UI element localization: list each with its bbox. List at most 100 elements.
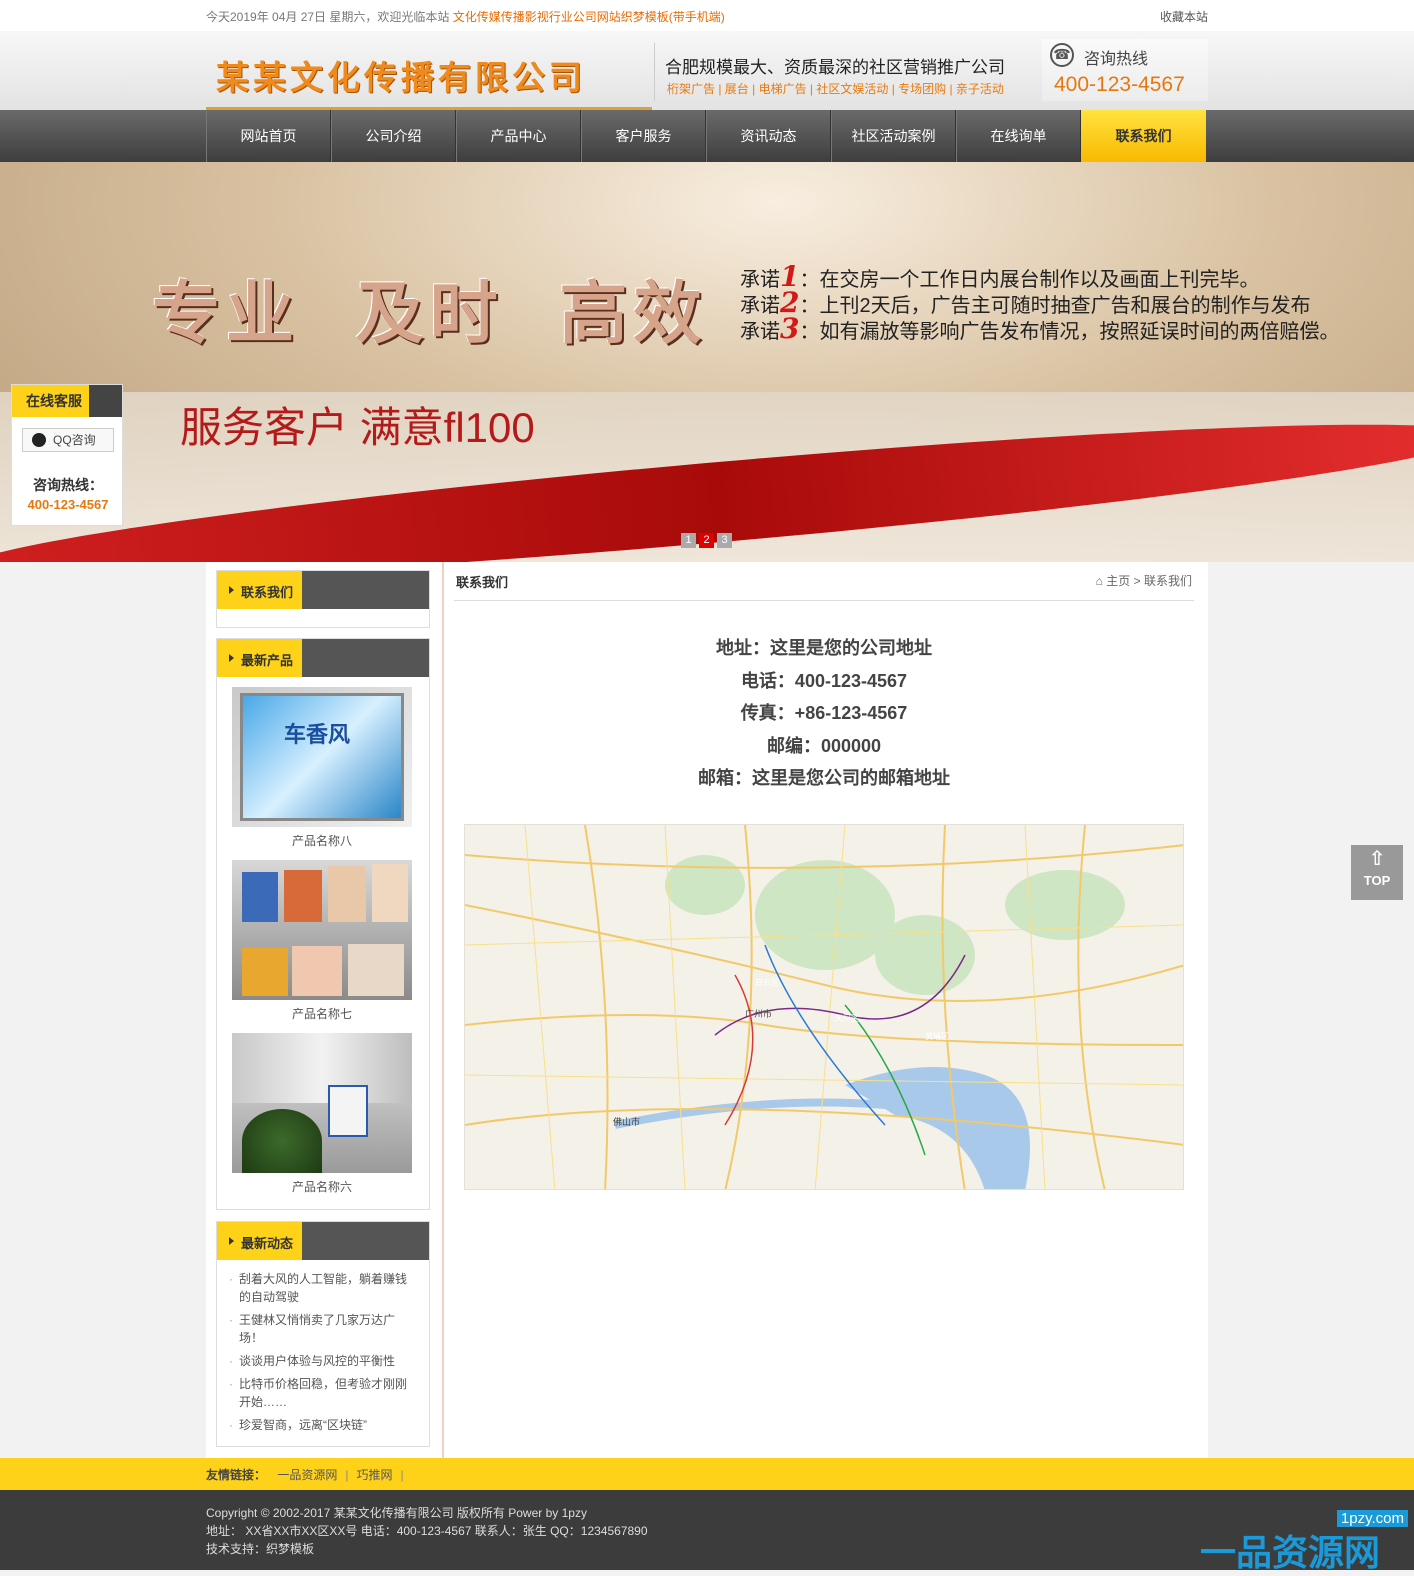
- slogan-title: 合肥规模最大、资质最深的社区营销推广公司: [665, 58, 1005, 77]
- product-item[interactable]: 车香风 产品名称八: [232, 687, 412, 851]
- breadcrumb-current[interactable]: 联系我们: [1144, 574, 1192, 588]
- add-favorite-link[interactable]: 收藏本站: [1160, 8, 1208, 25]
- breadcrumb-home[interactable]: 主页: [1106, 574, 1130, 588]
- nav-item[interactable]: 联系我们: [1081, 110, 1206, 162]
- back-to-top-label: TOP: [1363, 873, 1391, 888]
- slogan: 合肥规模最大、资质最深的社区营销推广公司 桁架广告 | 展台 | 电梯广告 | …: [654, 43, 1034, 101]
- qq-consult-label: QQ咨询: [53, 433, 96, 447]
- friend-link[interactable]: 一品资源网: [277, 1468, 337, 1482]
- sidebar-products-title: 最新产品: [241, 653, 294, 668]
- main-area: 联系我们 最新产品 车香风 产品名称八 产品名称七 产品名称六 最新动态 · 刮…: [206, 562, 1208, 1458]
- slogan-services: 桁架广告 | 展台 | 电梯广告 | 社区文娱活动 | 专场团购 | 亲子活动: [667, 82, 1004, 96]
- news-item[interactable]: 刮着大风的人工智能，躺着赚钱的自动驾驶: [229, 1270, 415, 1306]
- slide-dot[interactable]: 3: [717, 533, 732, 548]
- product-name[interactable]: 产品名称六: [232, 1177, 412, 1197]
- header: 某某文化传播有限公司 合肥规模最大、资质最深的社区营销推广公司 桁架广告 | 展…: [0, 31, 1414, 110]
- sidebar-news-title: 最新动态: [241, 1236, 294, 1251]
- nav-item[interactable]: 网站首页: [206, 110, 331, 162]
- slide-dot[interactable]: 1: [681, 533, 696, 548]
- nav-item[interactable]: 客户服务: [581, 110, 706, 162]
- contact-email: 邮箱：这里是您公司的邮箱地址: [698, 768, 950, 788]
- product-image[interactable]: [232, 860, 412, 1000]
- news-item[interactable]: 珍爱智商，远离“区块链”: [229, 1416, 415, 1434]
- friend-links-label: 友情链接：: [206, 1468, 267, 1482]
- product-item[interactable]: 产品名称六: [232, 1033, 412, 1197]
- friend-links-bar: 友情链接： 一品资源网 | 巧推网 |: [0, 1458, 1414, 1490]
- content-panel: 联系我们 ⌂ 主页 > 联系我们 地址：这里是您的公司地址 电话：400-123…: [442, 562, 1208, 1458]
- news-item[interactable]: 谈谈用户体验与风控的平衡性: [229, 1352, 415, 1370]
- location-map[interactable]: 广州市 佛山市 白云区 天河区 黄埔区: [464, 824, 1184, 1190]
- nav-item[interactable]: 资讯动态: [706, 110, 831, 162]
- map-label-foshan: 佛山市: [613, 1116, 640, 1127]
- welcome-text: 今天2019年 04月 27日 星期六，欢迎光临本站: [206, 10, 450, 24]
- promise-label: 承诺: [740, 321, 780, 343]
- watermark-logo: 1pzy.com 一品资源网: [1200, 1510, 1414, 1573]
- product-name[interactable]: 产品名称八: [232, 831, 412, 851]
- banner-slider: 专业 及时 高效 承诺1：在交房一个工作日内展台制作以及画面上刊完毕。 承诺2：上…: [0, 162, 1414, 562]
- sidebar-contact-title: 联系我们: [241, 585, 294, 600]
- product-item[interactable]: 产品名称七: [232, 860, 412, 1024]
- qq-consult-button[interactable]: QQ咨询: [22, 428, 114, 452]
- site-title-link[interactable]: 文化传媒传播影视行业公司网站织梦模板(带手机端): [453, 10, 725, 24]
- map-label-tianhe: 天河区: [835, 1013, 859, 1023]
- product-image[interactable]: [232, 1033, 412, 1173]
- link-separator: |: [345, 1468, 349, 1482]
- main-nav: 网站首页 公司介绍 产品中心 客户服务 资讯动态 社区活动案例 在线询单 联系我们: [0, 110, 1414, 162]
- product-name[interactable]: 产品名称七: [232, 1004, 412, 1024]
- friend-link[interactable]: 巧推网: [357, 1468, 393, 1482]
- arrow-up-icon: ⇧: [1368, 848, 1386, 870]
- contact-phone: 电话：400-123-4567: [740, 670, 908, 691]
- top-bar: 今天2019年 04月 27日 星期六，欢迎光临本站 文化传媒传播影视行业公司网…: [0, 0, 1414, 31]
- slide-dot[interactable]: 2: [699, 533, 714, 548]
- map-graphic: 广州市 佛山市 白云区 天河区 黄埔区: [465, 825, 1183, 1189]
- news-list: 刮着大风的人工智能，躺着赚钱的自动驾驶王健林又悄悄卖了几家万达广场！ 谈谈用户体验…: [229, 1270, 415, 1439]
- news-item[interactable]: 王健林又悄悄卖了几家万达广场！: [229, 1311, 415, 1347]
- contact-fax: 传真：+86-123-4567: [740, 703, 908, 723]
- banner-headline: 专业 及时 高效: [152, 274, 708, 354]
- contact-postcode: 邮编：000000: [766, 735, 882, 756]
- promise-number: 3: [780, 312, 800, 345]
- service-hotline-number: 400-123-4567: [27, 497, 109, 512]
- breadcrumb: ⌂ 主页 > 联系我们: [1096, 572, 1192, 589]
- news-item[interactable]: 比特币价格回稳，但考验才刚刚开始……: [229, 1375, 415, 1411]
- service-hotline-label: 咨询热线：: [33, 477, 103, 493]
- hotline-label: 咨询热线: [1084, 51, 1149, 68]
- content-title: 联系我们: [456, 575, 509, 590]
- online-service-panel: 在线客服 QQ咨询 咨询热线： 400-123-4567: [11, 384, 123, 526]
- sidebar-contact-box: 联系我们: [216, 570, 430, 628]
- footer-copyright: Copyright © 2002-2017 某某文化传播有限公司 版权所有 Po…: [206, 1506, 587, 1520]
- header-hotline: ☎ 咨询热线 400-123-4567: [1042, 39, 1208, 101]
- promise-text: ：如有漏放等影响广告发布情况，按照延误时间的两倍赔偿。: [799, 321, 1340, 343]
- footer-address: 地址： XX省XX市XX区XX号 电话：400-123-4567 联系人：张生 …: [206, 1524, 648, 1538]
- online-service-title: 在线客服: [12, 385, 122, 417]
- sidebar-news-box: 最新动态 刮着大风的人工智能，躺着赚钱的自动驾驶王健林又悄悄卖了几家万达广场！ 谈…: [216, 1221, 430, 1447]
- logo-text: 某某文化传播有限公司: [216, 59, 586, 96]
- home-icon: ⌂: [1095, 574, 1103, 588]
- slide-pager: 123: [681, 533, 732, 548]
- hotline-number: 400-123-4567: [1054, 73, 1185, 96]
- sidebar-news-header: 最新动态: [217, 1222, 429, 1260]
- logo[interactable]: 某某文化传播有限公司: [206, 31, 652, 110]
- sidebar-contact-header[interactable]: 联系我们: [217, 571, 429, 609]
- watermark-name: 一品资源网: [1200, 1532, 1381, 1573]
- qq-penguin-icon: [32, 433, 46, 447]
- map-label-guangzhou: 广州市: [745, 1008, 772, 1019]
- contact-address: 地址：这里是您的公司地址: [716, 638, 932, 658]
- sidebar-products-box: 最新产品 车香风 产品名称八 产品名称七 产品名称六: [216, 638, 430, 1210]
- nav-item[interactable]: 在线询单: [956, 110, 1081, 162]
- arrow-right-icon: [229, 1237, 234, 1245]
- map-label-huangpu: 黄埔区: [925, 1031, 949, 1041]
- map-label-baiyun: 白云区: [755, 977, 779, 987]
- banner-promise: 承诺3：如有漏放等影响广告发布情况，按照延误时间的两倍赔偿。: [740, 312, 1339, 345]
- back-to-top-button[interactable]: ⇧ TOP: [1351, 845, 1403, 900]
- banner-service-line: 服务客户 满意fl100: [180, 404, 535, 451]
- phone-icon: ☎: [1050, 43, 1074, 67]
- arrow-right-icon: [229, 586, 234, 594]
- nav-item[interactable]: 产品中心: [456, 110, 581, 162]
- title-divider: [454, 600, 1194, 601]
- nav-item[interactable]: 公司介绍: [331, 110, 456, 162]
- nav-item[interactable]: 社区活动案例: [831, 110, 956, 162]
- product-image[interactable]: 车香风: [232, 687, 412, 827]
- contact-info: 地址：这里是您的公司地址 电话：400-123-4567 传真：+86-123-…: [454, 632, 1194, 795]
- breadcrumb-separator: >: [1133, 574, 1141, 588]
